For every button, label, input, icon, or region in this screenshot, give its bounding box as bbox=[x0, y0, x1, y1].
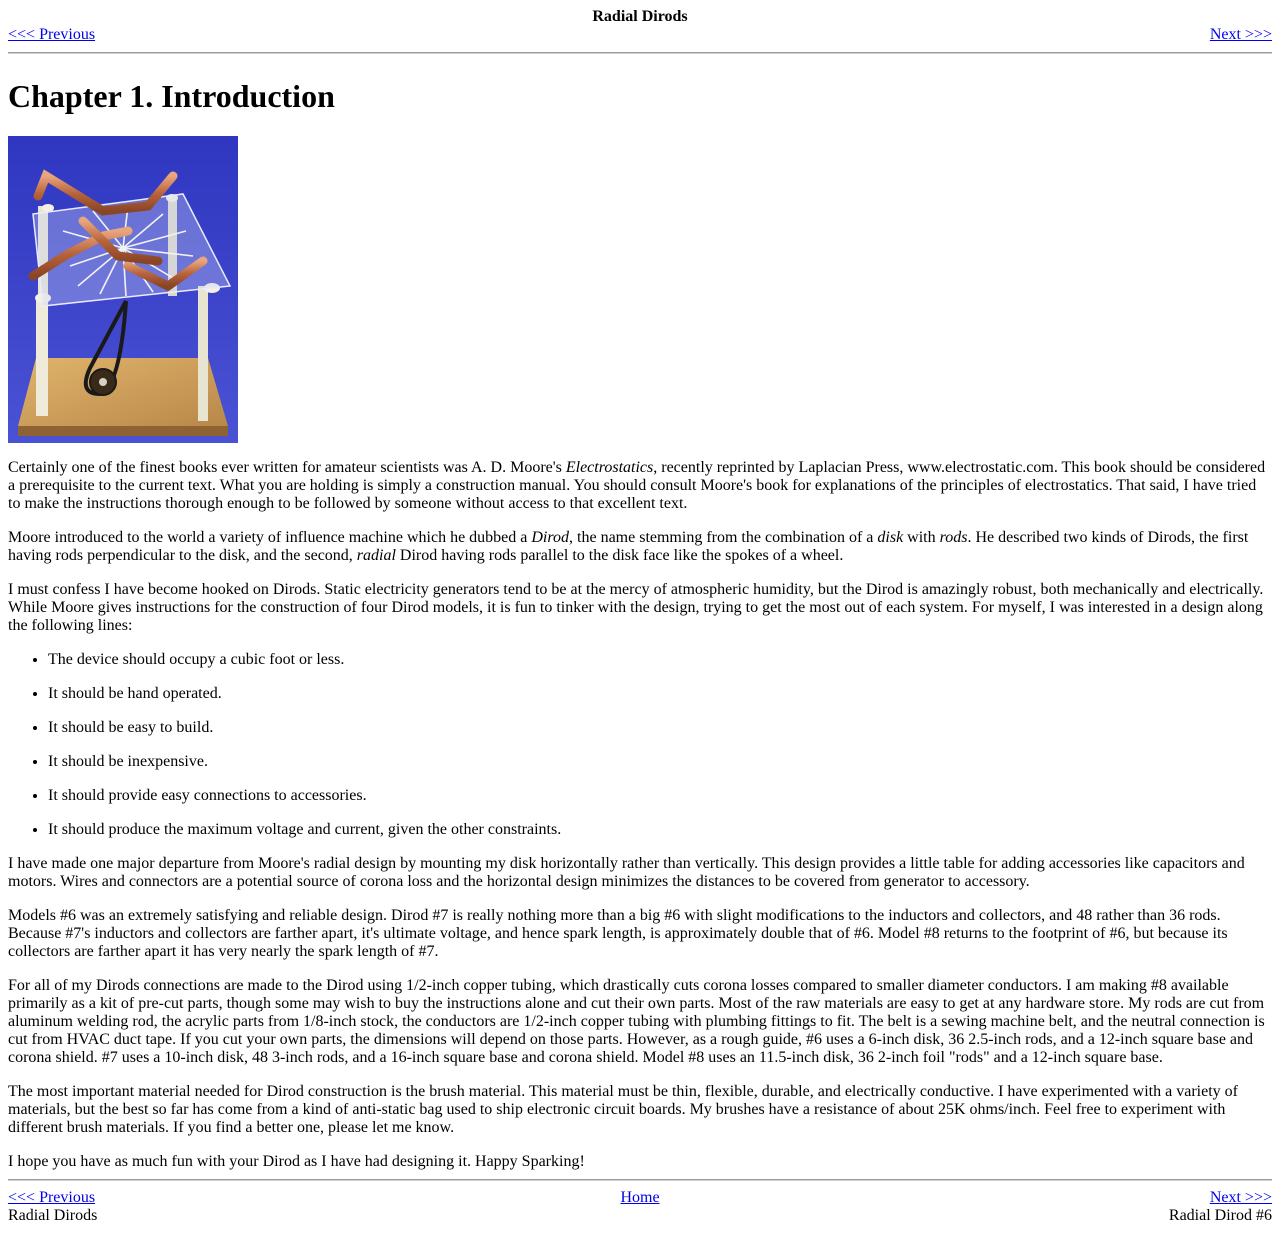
header-title: Radial Dirods bbox=[592, 8, 688, 25]
footer-divider bbox=[8, 1179, 1272, 1181]
paragraph-1: Certainly one of the finest books ever w… bbox=[8, 459, 1272, 513]
paragraph-2: Moore introduced to the world a variety … bbox=[8, 529, 1272, 565]
footer-nav: <<< Previous Home Next >>> bbox=[8, 1189, 1272, 1207]
dirod-photo-icon bbox=[8, 136, 238, 443]
page: Radial Dirods <<< Previous Next >>> Chap… bbox=[0, 0, 1280, 1225]
term-disk: disk bbox=[877, 529, 904, 546]
book-title-electrostatics: Electrostatics bbox=[565, 459, 654, 476]
term-rods: rods bbox=[939, 529, 968, 546]
top-previous-link[interactable]: <<< Previous bbox=[8, 26, 95, 44]
term-radial: radial bbox=[356, 547, 396, 564]
footer-titles: Radial Dirods Radial Dirod #6 bbox=[8, 1207, 1272, 1225]
footer-home-link[interactable]: Home bbox=[620, 1189, 659, 1206]
paragraph-4: I have made one major departure from Moo… bbox=[8, 855, 1245, 890]
list-item: The device should occupy a cubic foot or… bbox=[48, 651, 1272, 669]
paragraph-8: I hope you have as much fun with your Di… bbox=[8, 1153, 585, 1170]
paragraph-7: The most important material needed for D… bbox=[8, 1083, 1238, 1136]
paragraph-6: For all of my Dirods connections are mad… bbox=[8, 977, 1265, 1066]
top-nav: <<< Previous Next >>> bbox=[8, 26, 1272, 44]
chapter-title: Chapter 1. Introduction bbox=[8, 78, 335, 114]
footer-previous-title: Radial Dirods bbox=[8, 1207, 98, 1224]
list-item: It should produce the maximum voltage an… bbox=[48, 821, 1272, 839]
paragraph-2-text-a: Moore introduced to the world a variety … bbox=[8, 529, 532, 546]
header-divider bbox=[8, 52, 1272, 54]
top-next-link[interactable]: Next >>> bbox=[1210, 26, 1272, 44]
footer-next-title: Radial Dirod #6 bbox=[1168, 1207, 1272, 1224]
term-dirod: Dirod bbox=[531, 529, 570, 546]
footer-next-link[interactable]: Next >>> bbox=[1210, 1189, 1272, 1206]
paragraph-2-text-e: Dirod having rods parallel to the disk f… bbox=[395, 547, 844, 564]
paragraph-1-text-a: Certainly one of the finest books ever w… bbox=[8, 459, 566, 476]
dirod-photo bbox=[8, 136, 238, 443]
paragraph-5: Models #6 was an extremely satisfying an… bbox=[8, 907, 1228, 960]
list-item: It should be hand operated. bbox=[48, 685, 1272, 703]
footer-previous-link[interactable]: <<< Previous bbox=[8, 1189, 95, 1206]
list-item: It should be inexpensive. bbox=[48, 753, 1272, 771]
requirements-list: The device should occupy a cubic foot or… bbox=[8, 651, 1272, 839]
list-item: It should be easy to build. bbox=[48, 719, 1272, 737]
paragraph-2-text-c: with bbox=[903, 529, 940, 546]
paragraph-3: I must confess I have become hooked on D… bbox=[8, 581, 1264, 634]
paragraph-2-text-b: , the name stemming from the combination… bbox=[569, 529, 878, 546]
list-item: It should provide easy connections to ac… bbox=[48, 787, 1272, 805]
